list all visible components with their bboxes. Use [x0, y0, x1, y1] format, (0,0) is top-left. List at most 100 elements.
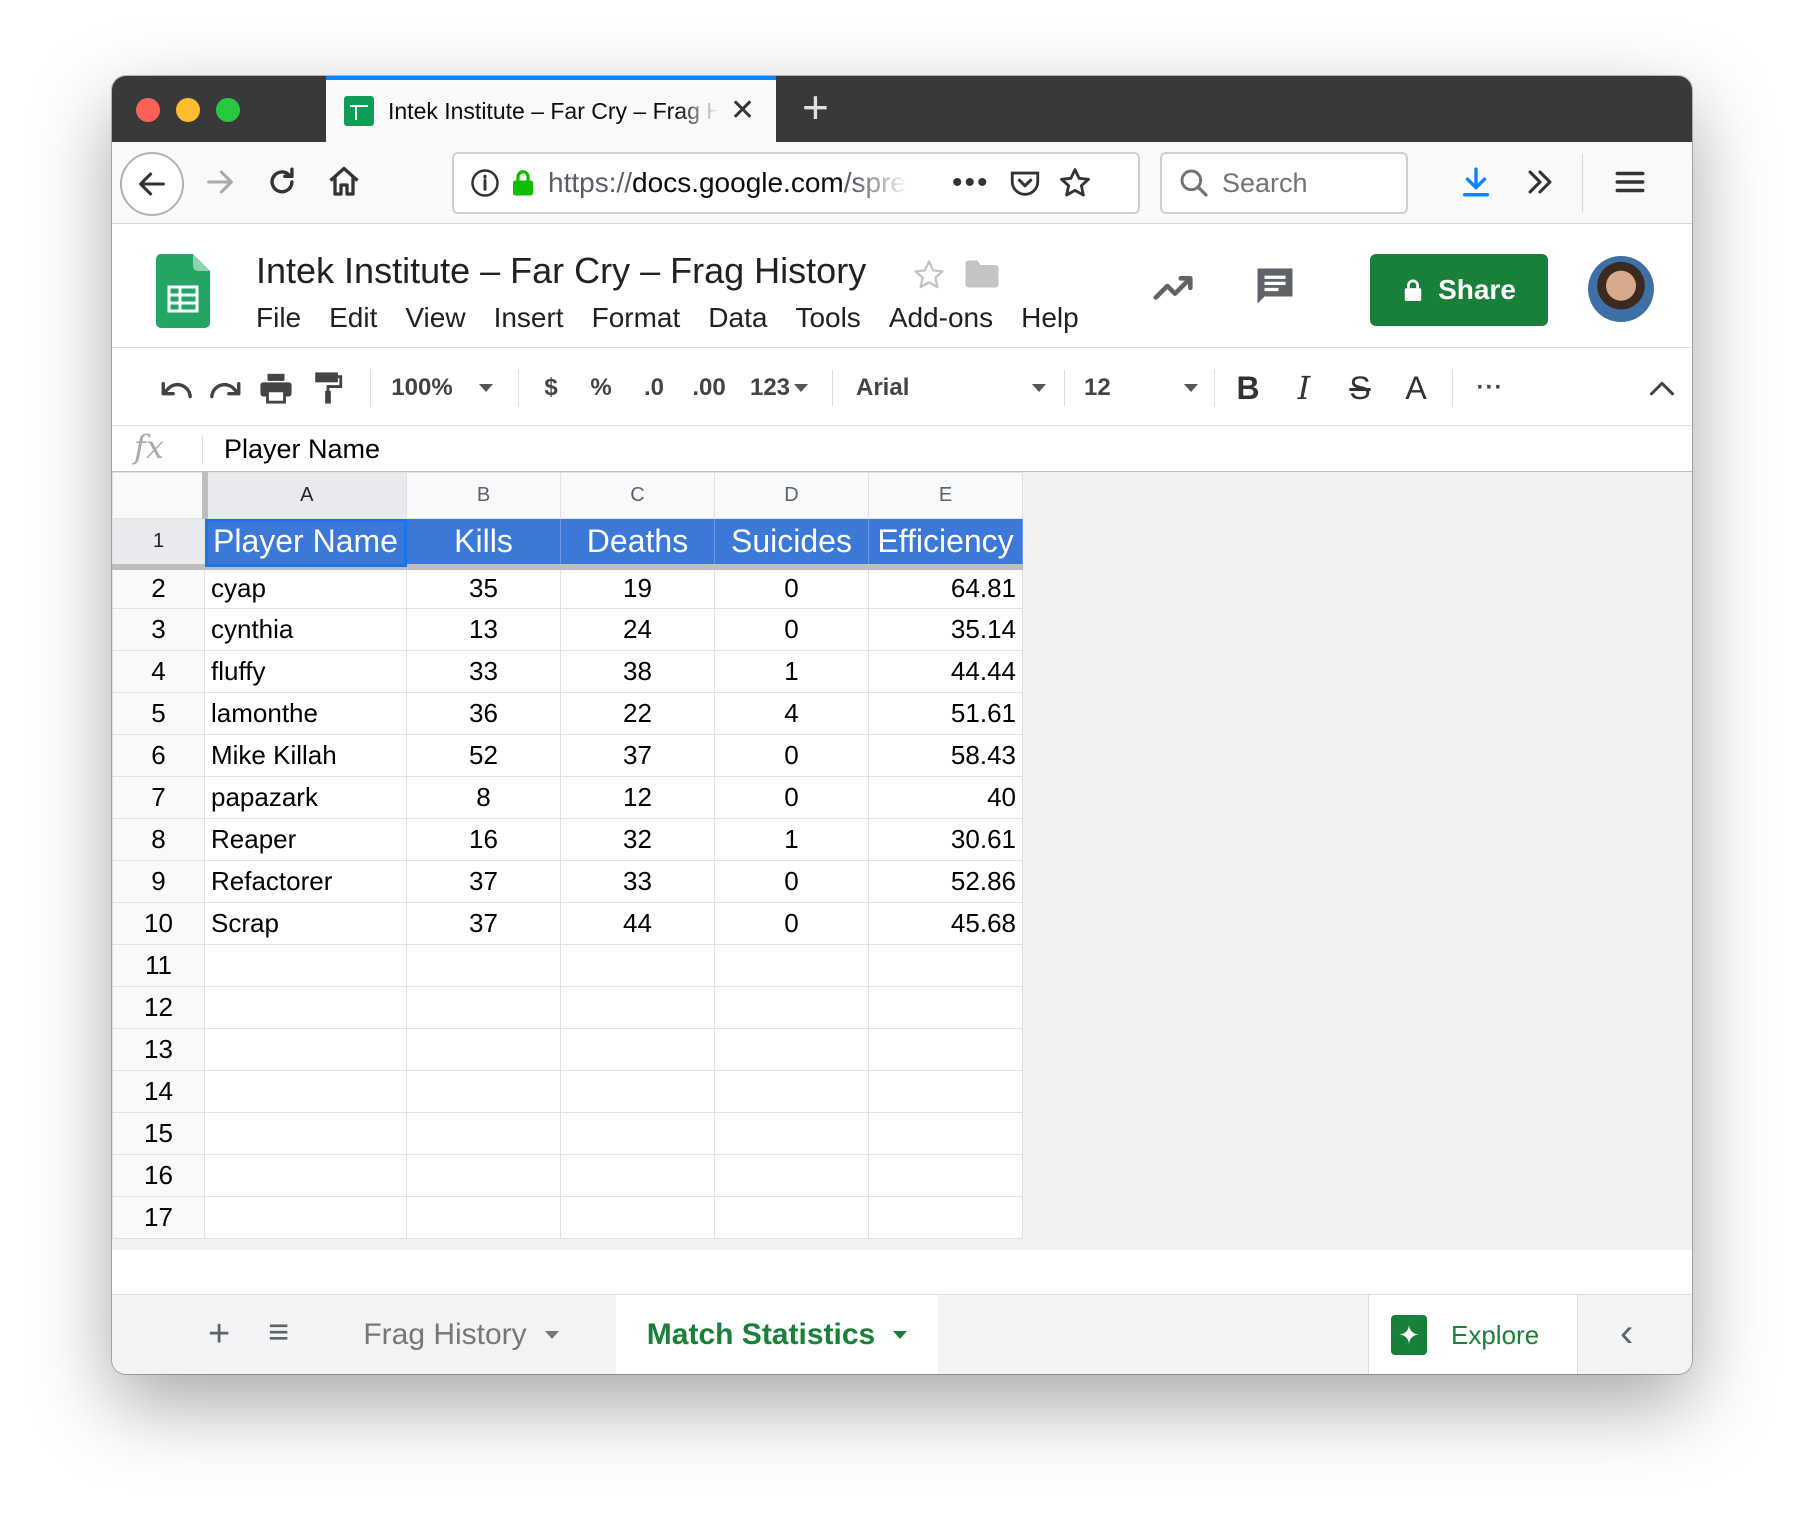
info-icon[interactable] [470, 168, 500, 198]
row-header[interactable]: 6 [112, 734, 205, 777]
cell[interactable] [406, 986, 561, 1029]
all-sheets-button[interactable]: ≡ [268, 1311, 289, 1353]
cell[interactable] [868, 944, 1023, 987]
menu-data[interactable]: Data [708, 302, 767, 334]
cell[interactable]: lamonthe [204, 692, 407, 735]
row-header[interactable]: 8 [112, 818, 205, 861]
cell[interactable] [714, 1196, 869, 1239]
more-formats-button[interactable]: 123 [744, 368, 814, 408]
activity-trend-icon[interactable] [1152, 266, 1198, 306]
paint-format-button[interactable] [308, 368, 348, 408]
cell[interactable]: 30.61 [868, 818, 1023, 861]
cell[interactable]: fluffy [204, 650, 407, 693]
row-header[interactable]: 4 [112, 650, 205, 693]
cell[interactable] [714, 1070, 869, 1113]
column-header-b[interactable]: B [406, 472, 561, 519]
cell[interactable] [868, 1112, 1023, 1155]
cell[interactable]: 0 [714, 608, 869, 651]
cell[interactable]: 0 [714, 902, 869, 945]
text-color-button[interactable]: A [1398, 368, 1434, 408]
cell[interactable] [868, 986, 1023, 1029]
cell[interactable]: Mike Killah [204, 734, 407, 777]
cell[interactable]: 33 [560, 860, 715, 903]
cell[interactable]: 0 [714, 566, 869, 609]
cell[interactable] [560, 986, 715, 1029]
increase-decimal-button[interactable]: .00 [684, 368, 734, 408]
minimize-window-button[interactable] [176, 98, 200, 122]
bookmark-star-icon[interactable] [1058, 166, 1092, 200]
cell[interactable] [560, 1196, 715, 1239]
close-window-button[interactable] [136, 98, 160, 122]
cell[interactable] [560, 1028, 715, 1071]
header-cell-efficiency[interactable]: Efficiency [868, 518, 1023, 567]
cell[interactable]: 51.61 [868, 692, 1023, 735]
row-header[interactable]: 14 [112, 1070, 205, 1113]
row-header[interactable]: 15 [112, 1112, 205, 1155]
downloads-button[interactable] [1454, 160, 1498, 204]
browser-tab-active[interactable]: Intek Institute – Far Cry – Frag History… [326, 76, 776, 142]
collapse-menus-button[interactable] [1642, 368, 1682, 408]
cell[interactable]: 37 [560, 734, 715, 777]
cell[interactable] [406, 1154, 561, 1197]
header-cell-suicides[interactable]: Suicides [714, 518, 869, 567]
menu-add-ons[interactable]: Add-ons [889, 302, 993, 334]
redo-button[interactable] [206, 368, 246, 408]
menu-file[interactable]: File [256, 302, 301, 334]
reload-button[interactable] [260, 160, 304, 204]
cell[interactable]: 36 [406, 692, 561, 735]
document-title[interactable]: Intek Institute – Far Cry – Frag History [256, 250, 866, 292]
cell[interactable]: 35.14 [868, 608, 1023, 651]
header-cell-kills[interactable]: Kills [406, 518, 561, 567]
cell[interactable] [560, 944, 715, 987]
row-header[interactable]: 13 [112, 1028, 205, 1071]
cell[interactable] [204, 1028, 407, 1071]
percent-format-button[interactable]: % [586, 368, 616, 408]
cell[interactable]: 37 [406, 902, 561, 945]
menu-tools[interactable]: Tools [795, 302, 860, 334]
cell[interactable]: 58.43 [868, 734, 1023, 777]
header-cell-deaths[interactable]: Deaths [560, 518, 715, 567]
row-header[interactable]: 2 [112, 566, 205, 609]
menu-insert[interactable]: Insert [494, 302, 564, 334]
row-header[interactable]: 7 [112, 776, 205, 819]
cell[interactable] [560, 1112, 715, 1155]
cell[interactable] [204, 986, 407, 1029]
cell[interactable]: 44 [560, 902, 715, 945]
cell[interactable]: Reaper [204, 818, 407, 861]
cell[interactable]: 0 [714, 734, 869, 777]
share-button[interactable]: Share [1370, 254, 1548, 326]
font-family-select[interactable]: Arial [856, 368, 1046, 408]
row-header[interactable]: 9 [112, 860, 205, 903]
menu-view[interactable]: View [405, 302, 465, 334]
cell[interactable] [868, 1028, 1023, 1071]
cell[interactable]: 12 [560, 776, 715, 819]
cell[interactable]: Refactorer [204, 860, 407, 903]
cell[interactable] [406, 944, 561, 987]
column-header-c[interactable]: C [560, 472, 715, 519]
menu-edit[interactable]: Edit [329, 302, 377, 334]
undo-button[interactable] [156, 368, 196, 408]
pocket-icon[interactable] [1008, 166, 1042, 200]
cell[interactable]: 13 [406, 608, 561, 651]
cell[interactable] [204, 944, 407, 987]
column-header-e[interactable]: E [868, 472, 1023, 519]
menu-help[interactable]: Help [1021, 302, 1079, 334]
print-button[interactable] [256, 368, 296, 408]
add-sheet-button[interactable]: + [208, 1313, 230, 1356]
cell[interactable] [714, 1112, 869, 1155]
menu-format[interactable]: Format [592, 302, 681, 334]
formula-input[interactable]: Player Name [224, 434, 380, 465]
cell[interactable]: 38 [560, 650, 715, 693]
italic-button[interactable]: I [1286, 368, 1322, 408]
zoom-select[interactable]: 100% [386, 368, 498, 408]
cell[interactable]: 52 [406, 734, 561, 777]
cell[interactable]: 40 [868, 776, 1023, 819]
cell[interactable] [406, 1196, 561, 1239]
currency-format-button[interactable]: $ [536, 368, 566, 408]
sheet-tab-frag-history[interactable]: Frag History [344, 1295, 578, 1374]
cell[interactable] [714, 944, 869, 987]
search-bar[interactable]: Search [1160, 152, 1408, 214]
cell[interactable]: 8 [406, 776, 561, 819]
cell[interactable]: papazark [204, 776, 407, 819]
column-header-a[interactable]: A [204, 472, 407, 519]
